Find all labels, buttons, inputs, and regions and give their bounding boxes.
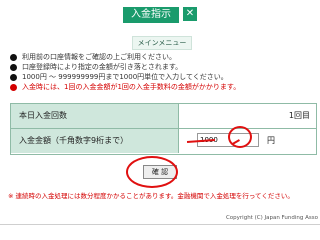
warning-note: 入金時には、1回の入金金額が1回の入金手数料の金額がかかります。 (10, 83, 315, 92)
bullet-icon (10, 54, 17, 61)
note-item: 1000円 〜 999999999円まで1000円単位で入力してください。 (10, 73, 315, 82)
bullet-icon (10, 64, 17, 71)
note-text: 1000円 〜 999999999円まで1000円単位で入力してください。 (22, 73, 228, 81)
page-title: 入金指示 (123, 7, 179, 23)
deposit-count-label: 本日入金回数 (11, 104, 179, 128)
note-item: 利用前の口座情報をご確認の上ご利用ください。 (10, 53, 315, 62)
note-text: 入金時には、1回の入金金額が1回の入金手数料の金額がかかります。 (22, 83, 241, 91)
footer-note: ※ 連続時の入金処理には数分程度かかることがあります。金融機関で入金処理を行って… (8, 192, 294, 200)
table-row: 入金金額（千角数字9桁まで） 円 (11, 129, 316, 153)
deposit-amount-label: 入金金額（千角数字9桁まで） (11, 129, 179, 153)
divider (0, 224, 320, 225)
close-icon[interactable]: ✕ (183, 7, 197, 21)
deposit-count-value: 1回目 (288, 111, 310, 120)
red-circle-annotation (228, 126, 252, 148)
deposit-form-table: 本日入金回数 1回目 入金金額（千角数字9桁まで） 円 (10, 103, 317, 155)
table-row: 本日入金回数 1回目 (11, 104, 316, 129)
instructions: 利用前の口座情報をご確認の上ご利用ください。 口座登録時により指定の金額が引き落… (10, 53, 315, 93)
bullet-icon (10, 74, 17, 81)
bullet-icon (10, 84, 17, 91)
note-text: 利用前の口座情報をご確認の上ご利用ください。 (22, 53, 176, 61)
currency-unit: 円 (267, 136, 275, 145)
red-circle-annotation (126, 156, 178, 188)
main-menu-button[interactable]: メインメニュー (132, 36, 192, 50)
copyright: Copyright (C) Japan Funding Asso (225, 215, 318, 221)
note-item: 口座登録時により指定の金額が引き落とされます。 (10, 63, 315, 72)
note-text: 口座登録時により指定の金額が引き落とされます。 (22, 63, 183, 71)
